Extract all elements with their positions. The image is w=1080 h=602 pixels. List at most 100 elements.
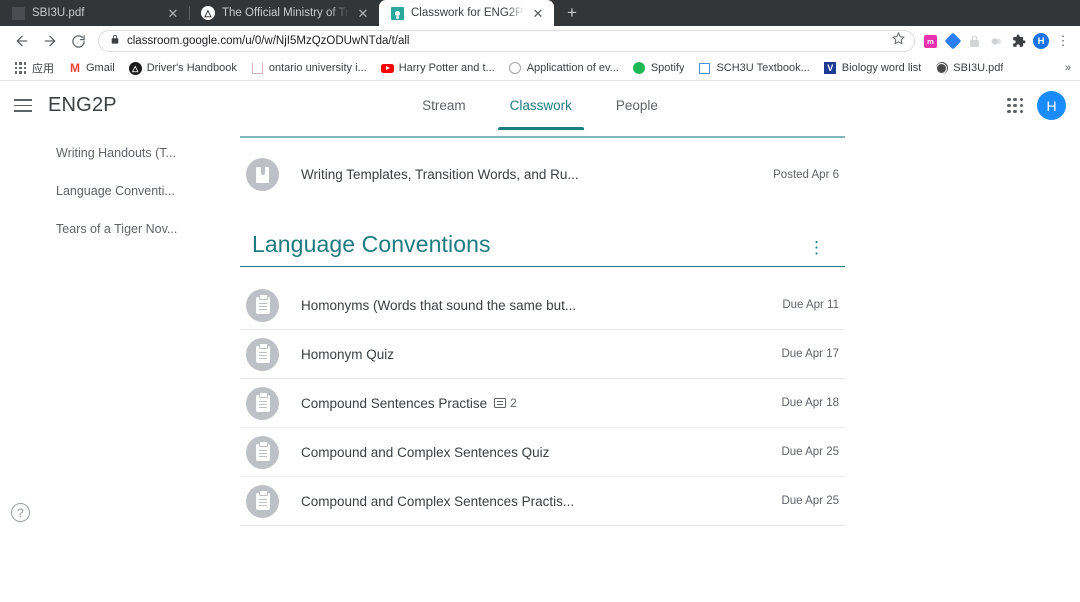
list-item[interactable]: Compound Sentences Practise 2 Due Apr 18 <box>240 379 845 428</box>
list-item[interactable]: Homonyms (Words that sound the same but.… <box>240 281 845 330</box>
browser-menu-icon[interactable]: ⋮ <box>1056 33 1070 49</box>
bookmarks-overflow-icon[interactable]: » <box>1065 62 1071 74</box>
tab-strip: SBI3U.pdf ✕ △ The Official Ministry of T… <box>0 0 1080 26</box>
back-icon[interactable] <box>8 27 36 55</box>
bookmark-label: Gmail <box>86 62 115 74</box>
item-title: Compound and Complex Sentences Quiz <box>301 445 781 460</box>
bookmark-spotify[interactable]: Spotify <box>626 62 692 75</box>
section-header: Language Conventions ⋮ <box>240 231 845 267</box>
apps-launcher-icon[interactable] <box>1007 97 1023 114</box>
item-date: Due Apr 18 <box>781 397 839 409</box>
pdf-icon <box>935 62 948 75</box>
tab-classwork[interactable]: Classwork <box>488 81 594 130</box>
item-title: Compound Sentences Practise 2 <box>301 396 781 411</box>
reload-icon[interactable] <box>64 27 92 55</box>
sidebar-item-tears-of-a-tiger[interactable]: Tears of a Tiger Nov... <box>0 210 235 248</box>
sidebar: Writing Handouts (T... Language Conventi… <box>0 130 235 534</box>
list-item[interactable]: Compound and Complex Sentences Practis..… <box>240 477 845 526</box>
browser-tab-mto[interactable]: △ The Official Ministry of Transpo ✕ <box>190 0 379 26</box>
bookmark-sbi3u-pdf[interactable]: SBI3U.pdf <box>928 62 1010 75</box>
forward-icon[interactable] <box>36 27 64 55</box>
vocabulary-icon: V <box>824 62 837 75</box>
assignment-icon <box>246 386 279 420</box>
bookmarks-bar: 应用 M Gmail △ Driver's Handbook ontario u… <box>0 56 1080 81</box>
item-date: Due Apr 25 <box>781 495 839 507</box>
browser-profile-avatar[interactable]: H <box>1033 33 1049 49</box>
pdf-icon <box>11 6 25 20</box>
list-item[interactable]: Writing Templates, Transition Words, and… <box>240 150 845 199</box>
sidebar-item-label: Language Conventi... <box>56 184 175 198</box>
header-actions: H <box>1007 91 1066 120</box>
assignment-icon <box>246 435 279 469</box>
close-icon[interactable]: ✕ <box>166 6 180 20</box>
sidebar-item-writing-handouts[interactable]: Writing Handouts (T... <box>0 134 235 172</box>
item-title: Homonym Quiz <box>301 347 781 362</box>
bookmark-harry-potter[interactable]: Harry Potter and t... <box>374 62 502 75</box>
grammarly-extension-icon[interactable]: m <box>923 34 938 49</box>
section-menu-icon[interactable]: ⋮ <box>808 239 845 258</box>
list-item[interactable]: Compound and Complex Sentences Quiz Due … <box>240 428 845 477</box>
spotify-icon <box>633 62 646 75</box>
bookmark-label: 应用 <box>32 63 54 75</box>
bookmark-gmail[interactable]: M Gmail <box>61 62 122 75</box>
item-title-text: Homonym Quiz <box>301 346 395 362</box>
list-item[interactable]: Compound and Complex Sentences Practis..… <box>240 526 845 534</box>
bookmark-apps[interactable]: 应用 <box>7 60 61 76</box>
assignment-icon <box>246 288 279 322</box>
item-title: Writing Templates, Transition Words, and… <box>301 167 773 182</box>
ouac-icon <box>251 62 264 75</box>
star-icon[interactable] <box>892 31 906 50</box>
tab-stream[interactable]: Stream <box>400 81 488 130</box>
assignment-icon <box>246 533 279 534</box>
extensions-area: m H ⋮ <box>923 32 1072 50</box>
close-icon[interactable]: ✕ <box>356 6 370 20</box>
bookmark-label: Spotify <box>650 62 685 74</box>
browser-chrome: SBI3U.pdf ✕ △ The Official Ministry of T… <box>0 0 1080 81</box>
browser-tab-classroom[interactable]: Classwork for ENG2P ✕ <box>379 0 554 26</box>
classroom-icon <box>390 6 404 20</box>
item-date: Due Apr 17 <box>781 348 839 360</box>
bookmark-label: SBI3U.pdf <box>953 62 1004 74</box>
material-icon <box>246 158 279 191</box>
browser-tab-sbi3u[interactable]: SBI3U.pdf ✕ <box>0 0 189 26</box>
sidebar-item-label: Tears of a Tiger Nov... <box>56 222 178 236</box>
classwork-main: Writing Templates, Transition Words, and… <box>235 130 1080 534</box>
sidebar-item-label: Writing Handouts (T... <box>56 146 176 160</box>
list-item[interactable]: Homonym Quiz Due Apr 17 <box>240 330 845 379</box>
bookmark-label: ontario university i... <box>268 62 367 74</box>
mto-icon: △ <box>128 61 142 75</box>
tab-title: SBI3U.pdf <box>32 7 85 19</box>
bookmark-label: SCH3U Textbook... <box>716 62 810 74</box>
help-icon[interactable]: ? <box>11 503 30 522</box>
assignment-icon <box>246 484 279 518</box>
hamburger-icon[interactable] <box>14 96 34 116</box>
assignment-icon <box>246 337 279 371</box>
previous-section-divider <box>240 136 845 138</box>
gray-extension-icon[interactable] <box>989 34 1004 49</box>
bookmark-label: Applicattion of ev... <box>526 62 619 74</box>
close-icon[interactable]: ✕ <box>531 6 545 20</box>
bookmark-biology-word-list[interactable]: V Biology word list <box>817 62 928 75</box>
apps-grid-icon <box>14 62 27 75</box>
blue-diamond-extension-icon[interactable] <box>944 32 961 50</box>
comment-icon <box>494 398 507 408</box>
item-title-text: Compound and Complex Sentences Quiz <box>301 444 550 460</box>
bookmark-label: Harry Potter and t... <box>398 62 495 74</box>
sidebar-item-language-conventions[interactable]: Language Conventi... <box>0 172 235 210</box>
bookmark-sch3u-textbook[interactable]: SCH3U Textbook... <box>691 62 816 75</box>
tab-title: Classwork for ENG2P <box>411 7 523 19</box>
bookmark-application-of-ev[interactable]: Applicattion of ev... <box>502 62 626 75</box>
address-bar[interactable]: classroom.google.com/u/0/w/NjI5MzQzODUwN… <box>98 30 915 52</box>
item-title-text: Writing Templates, Transition Words, and… <box>301 167 579 182</box>
puzzle-extensions-icon[interactable] <box>1011 34 1026 49</box>
bookmark-ontario-university[interactable]: ontario university i... <box>244 62 374 75</box>
new-tab-button[interactable]: + <box>558 0 586 26</box>
lock-extension-icon[interactable] <box>967 34 982 49</box>
mto-icon: △ <box>201 6 215 20</box>
item-title-text: Homonyms (Words that sound the same but.… <box>301 297 577 313</box>
comment-count-text: 2 <box>510 396 517 410</box>
avatar[interactable]: H <box>1037 91 1066 120</box>
bookmark-drivers-handbook[interactable]: △ Driver's Handbook <box>122 61 244 75</box>
tab-people[interactable]: People <box>594 81 680 130</box>
comment-count: 2 <box>494 396 517 410</box>
